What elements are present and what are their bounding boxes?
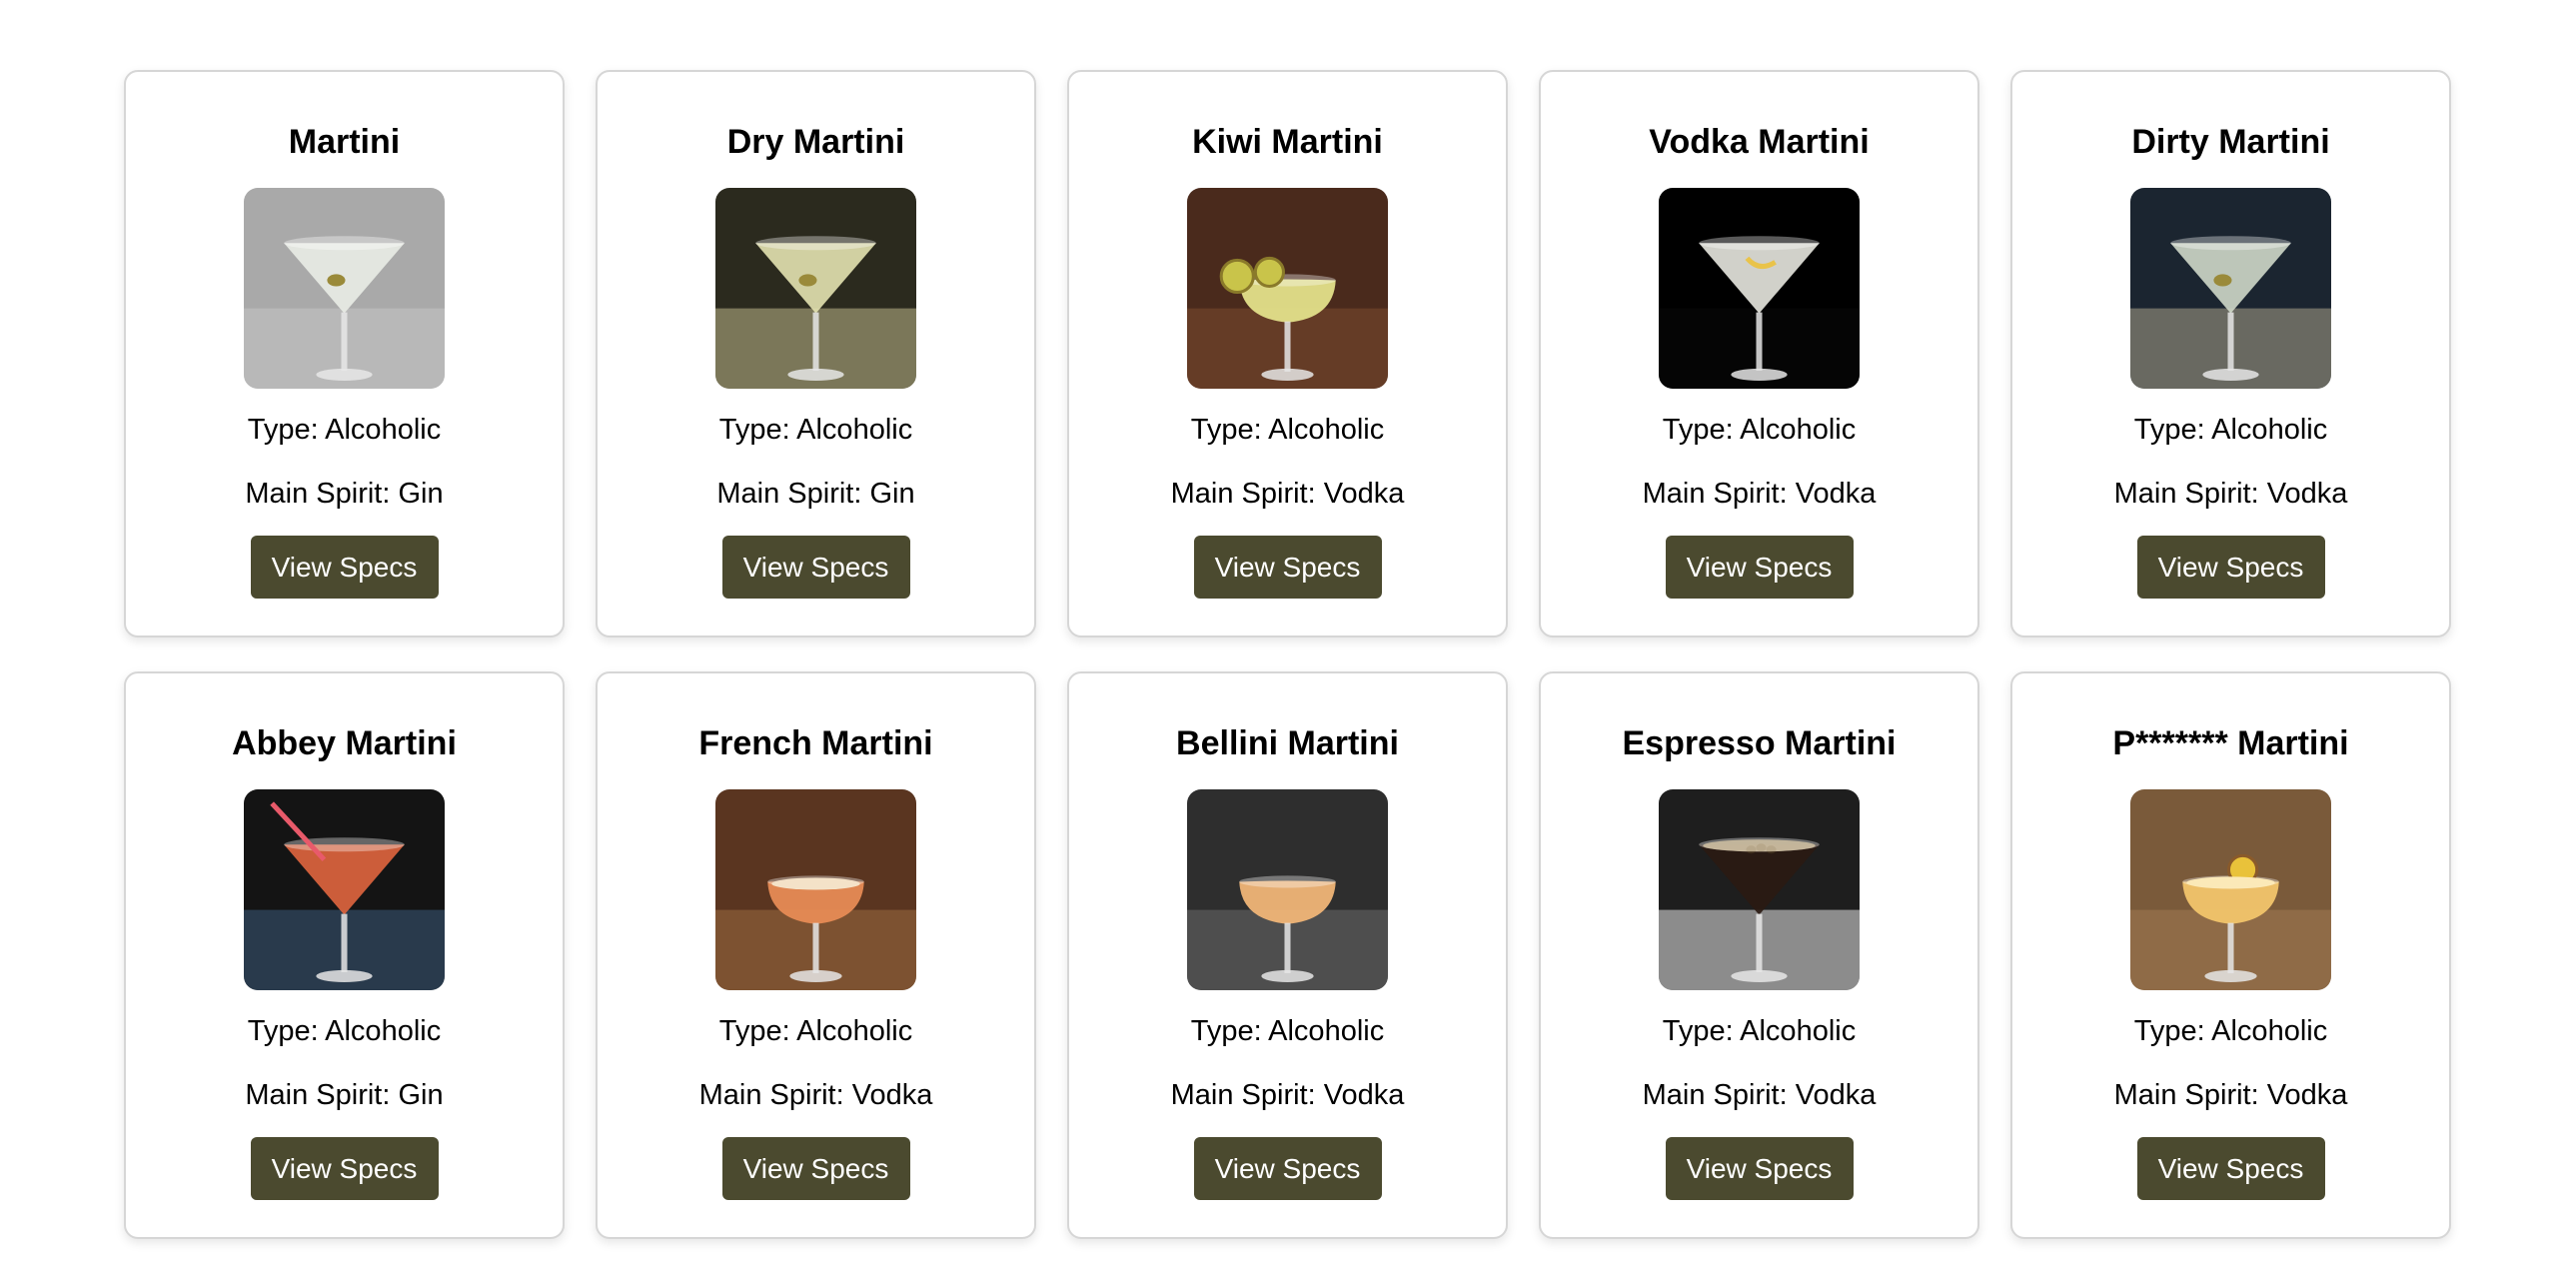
cocktail-card: Martini Type: Alcoholic Main Spirit: Gin Vi…: [124, 70, 565, 637]
cocktail-photo: [1659, 188, 1860, 389]
cocktail-card: Kiwi Martini Type: Alcoholic Main Spirit: …: [1067, 70, 1508, 637]
view-specs-button[interactable]: View Specs: [250, 536, 439, 599]
cocktail-photo: [1659, 789, 1860, 990]
cocktail-type: Type: Alcoholic: [1662, 414, 1857, 446]
cocktail-name: Kiwi Martini: [1192, 123, 1383, 161]
cocktail-name: Dirty Martini: [2131, 123, 2330, 161]
cocktail-main-spirit: Main Spirit: Gin: [245, 478, 444, 510]
cocktail-type: Type: Alcoholic: [718, 414, 913, 446]
cocktail-photo: [1187, 188, 1388, 389]
cocktail-name: P******* Martini: [2112, 724, 2349, 762]
cocktail-photo: [715, 789, 916, 990]
cocktail-card: French Martini Type: Alcoholic Main Spirit…: [596, 671, 1036, 1239]
cocktail-grid: Martini Type: Alcoholic Main Spirit: Gin Vi…: [124, 70, 2452, 1239]
cocktail-main-spirit: Main Spirit: Gin: [245, 1079, 444, 1111]
cocktail-name: Abbey Martini: [232, 724, 457, 762]
cocktail-main-spirit: Main Spirit: Vodka: [1170, 478, 1405, 510]
view-specs-button[interactable]: View Specs: [2136, 1137, 2325, 1200]
cocktail-type: Type: Alcoholic: [1190, 1015, 1385, 1047]
view-specs-button[interactable]: View Specs: [1665, 536, 1854, 599]
cocktail-name: Dry Martini: [726, 123, 905, 161]
cocktail-photo: [244, 789, 445, 990]
cocktail-main-spirit: Main Spirit: Vodka: [2113, 478, 2348, 510]
cocktail-name: Vodka Martini: [1649, 123, 1870, 161]
cocktail-main-spirit: Main Spirit: Vodka: [2113, 1079, 2348, 1111]
cocktail-card: P******* Martini Type: Alcoholic Main Spir…: [2010, 671, 2451, 1239]
cocktail-type: Type: Alcoholic: [2133, 414, 2328, 446]
cocktail-type: Type: Alcoholic: [1190, 414, 1385, 446]
cocktail-main-spirit: Main Spirit: Vodka: [1642, 478, 1877, 510]
cocktail-card: Vodka Martini Type: Alcoholic Main Spirit:…: [1539, 70, 1979, 637]
cocktail-photo: [2130, 789, 2331, 990]
cocktail-type: Type: Alcoholic: [2133, 1015, 2328, 1047]
cocktail-photo: [2130, 188, 2331, 389]
cocktail-name: Martini: [288, 123, 401, 161]
view-specs-button[interactable]: View Specs: [250, 1137, 439, 1200]
cocktail-card: Dry Martini Type: Alcoholic Main Spirit: G…: [596, 70, 1036, 637]
cocktail-photo: [1187, 789, 1388, 990]
view-specs-button[interactable]: View Specs: [1193, 1137, 1382, 1200]
view-specs-button[interactable]: View Specs: [721, 1137, 910, 1200]
cocktail-type: Type: Alcoholic: [1662, 1015, 1857, 1047]
cocktail-card: Bellini Martini Type: Alcoholic Main Spiri…: [1067, 671, 1508, 1239]
cocktail-card: Abbey Martini Type: Alcoholic Main Spirit:…: [124, 671, 565, 1239]
view-specs-button[interactable]: View Specs: [2136, 536, 2325, 599]
cocktail-name: Espresso Martini: [1622, 724, 1897, 762]
cocktail-name: French Martini: [698, 724, 933, 762]
cocktail-card: Dirty Martini Type: Alcoholic Main Spirit:…: [2010, 70, 2451, 637]
cocktail-main-spirit: Main Spirit: Vodka: [1170, 1079, 1405, 1111]
cocktail-main-spirit: Main Spirit: Vodka: [1642, 1079, 1877, 1111]
cocktail-name: Bellini Martini: [1176, 724, 1399, 762]
view-specs-button[interactable]: View Specs: [1665, 1137, 1854, 1200]
cocktail-main-spirit: Main Spirit: Vodka: [698, 1079, 933, 1111]
cocktail-card: Espresso Martini Type: Alcoholic Main Spir…: [1539, 671, 1979, 1239]
view-specs-button[interactable]: View Specs: [1193, 536, 1382, 599]
cocktail-photo: [715, 188, 916, 389]
cocktail-photo: [244, 188, 445, 389]
cocktail-main-spirit: Main Spirit: Gin: [716, 478, 915, 510]
cocktail-type: Type: Alcoholic: [247, 1015, 442, 1047]
cocktail-type: Type: Alcoholic: [718, 1015, 913, 1047]
cocktail-type: Type: Alcoholic: [247, 414, 442, 446]
view-specs-button[interactable]: View Specs: [721, 536, 910, 599]
